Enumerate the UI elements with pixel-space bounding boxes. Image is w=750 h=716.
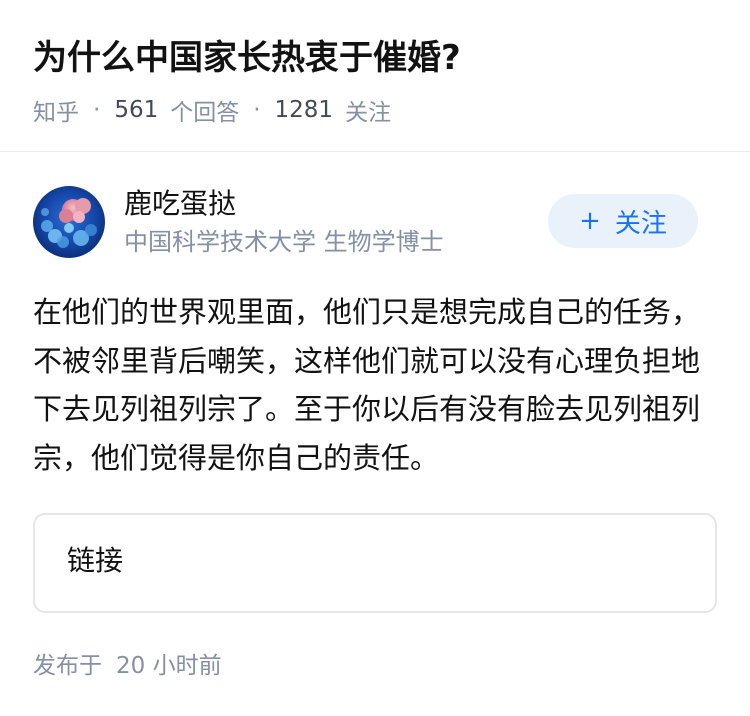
published-label: 发布于 <box>33 653 102 679</box>
follower-count: 1281 <box>274 97 334 123</box>
follower-count-label: 关注 <box>345 100 392 126</box>
question-meta: 知乎 · 561 个回答 · 1281 关注 <box>33 92 391 128</box>
answer-count: 561 <box>114 97 159 123</box>
link-card-label: 链接 <box>67 544 124 577</box>
meta-separator: · <box>93 97 101 123</box>
question-header: 为什么中国家长热衷于催婚? 知乎 · 561 个回答 · 1281 关注 <box>0 0 750 152</box>
question-title[interactable]: 为什么中国家长热衷于催婚? <box>33 34 461 82</box>
meta-separator: · <box>253 97 261 123</box>
answer-count-label: 个回答 <box>170 100 240 126</box>
answer-content: 在他们的世界观里面，他们只是想完成自己的任务，不被邻里背后嘲笑，这样他们就可以没… <box>33 295 701 475</box>
source-label[interactable]: 知乎 <box>33 93 79 127</box>
follow-button[interactable]: + 关注 <box>548 194 698 248</box>
molecule-avatar-icon <box>33 186 105 258</box>
publish-time: 发布于 20 小时前 <box>33 648 222 684</box>
published-time-value: 20 小时前 <box>116 653 222 679</box>
link-card[interactable]: 链接 <box>33 513 717 613</box>
follow-button-label: 关注 <box>614 208 667 239</box>
avatar[interactable] <box>33 186 105 258</box>
plus-icon: + <box>579 206 601 236</box>
author-bio: 中国科学技术大学 生物学博士 <box>124 228 444 256</box>
author-name[interactable]: 鹿吃蛋挞 <box>124 184 236 224</box>
